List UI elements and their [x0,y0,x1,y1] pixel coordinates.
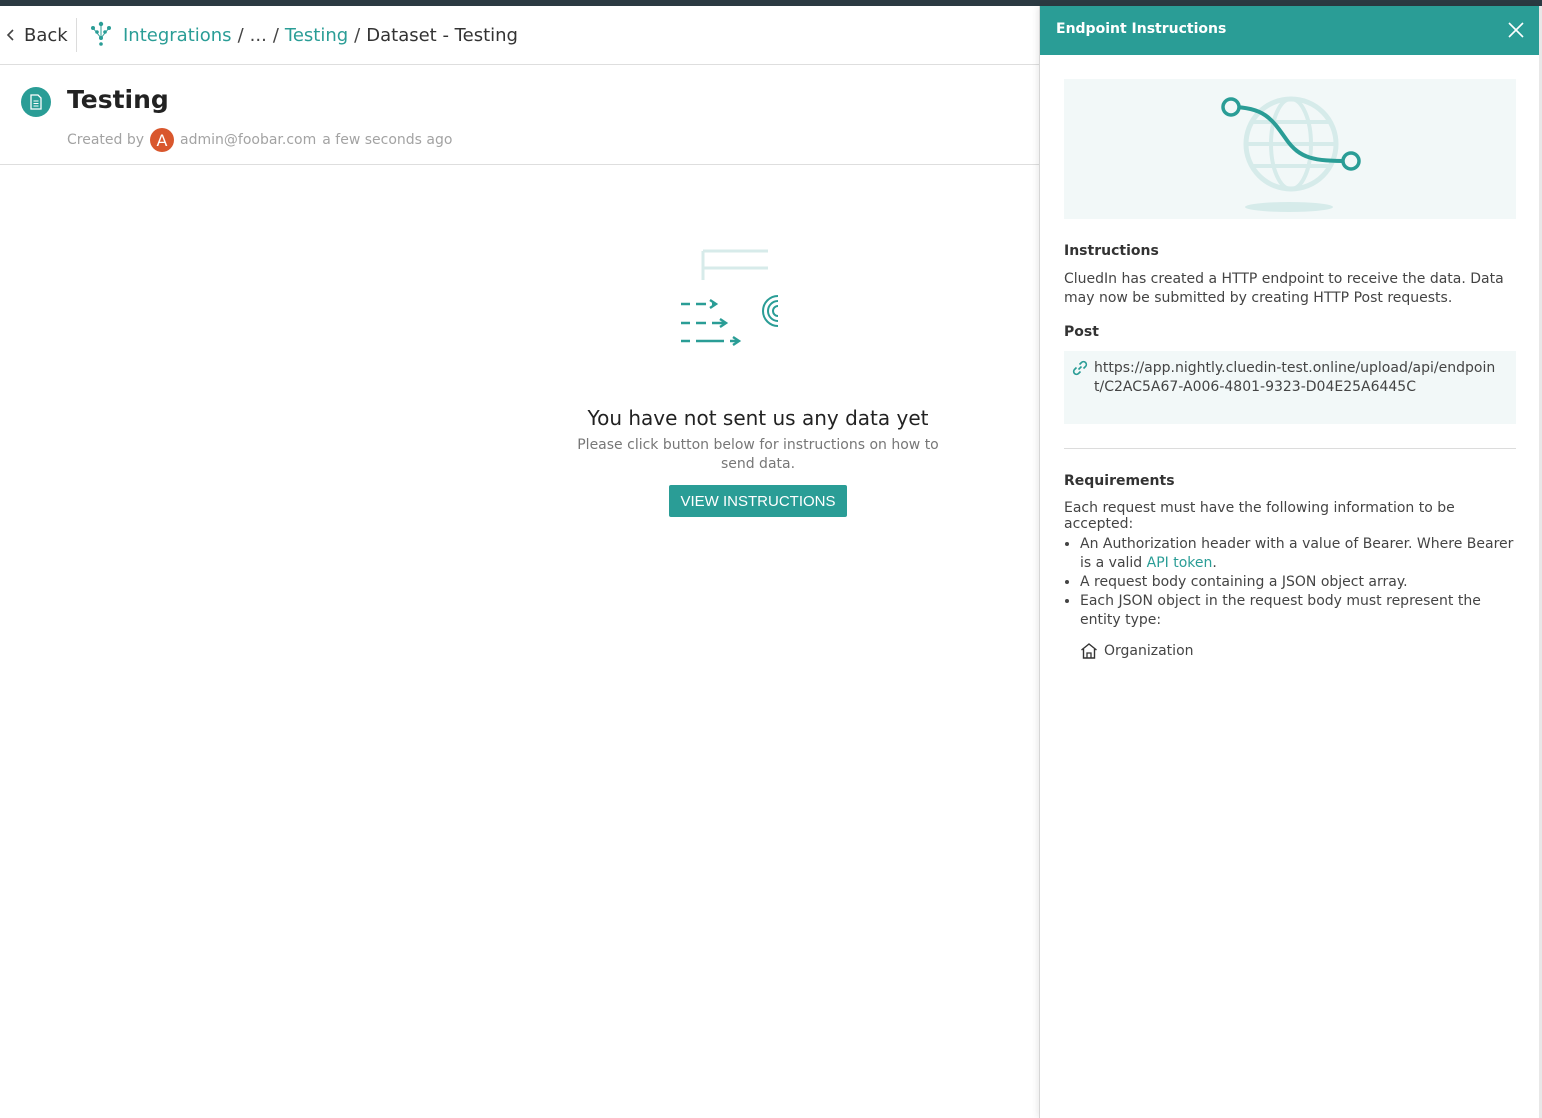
instructions-heading: Instructions [1064,243,1159,259]
page-header: Testing Created by A admin@foobar.com a … [0,65,1039,165]
author-email: admin@foobar.com [180,132,317,148]
requirements-list: An Authorization header with a value of … [1080,535,1516,630]
close-icon[interactable] [1507,21,1525,39]
data-flow-illustration-icon [681,249,779,346]
breadcrumb-ellipsis[interactable]: ... [250,25,267,46]
empty-state-subtitle: Please click button below for instructio… [577,437,939,472]
cluedin-logo-icon[interactable] [88,21,114,47]
chevron-left-icon [6,29,14,41]
dataset-icon [21,87,51,117]
breadcrumb-testing[interactable]: Testing [285,25,348,46]
globe-connection-icon [1221,96,1361,212]
list-item: An Authorization header with a value of … [1080,535,1516,573]
post-url-box: https://app.nightly.cluedin-test.online/… [1064,351,1516,424]
back-button[interactable]: Back [6,21,68,49]
entity-type-label: Organization [1104,643,1194,659]
endpoint-url[interactable]: https://app.nightly.cluedin-test.online/… [1094,359,1504,397]
panel-title: Endpoint Instructions [1056,21,1227,37]
breadcrumb: Integrations / ... / Testing / Dataset -… [123,22,518,48]
divider [76,18,77,52]
panel-header: Endpoint Instructions [1040,6,1540,55]
req-1-text: An Authorization header with a value of … [1080,536,1514,571]
post-heading: Post [1064,324,1099,340]
created-time: a few seconds ago [322,132,453,148]
list-item: Each JSON object in the request body mus… [1080,592,1516,630]
endpoint-instructions-panel: Endpoint Instructions Instructions Clued… [1039,6,1540,1118]
organization-icon [1081,643,1097,659]
avatar: A [150,128,175,152]
instructions-text: CluedIn has created a HTTP endpoint to r… [1064,271,1504,306]
main-content: Back Integrations / ... / Testing / Data… [0,6,1039,1118]
breadcrumb-separator: / [354,24,361,46]
divider [1064,448,1516,449]
top-bar: Back Integrations / ... / Testing / Data… [0,6,1039,65]
endpoint-illustration [1064,79,1516,219]
api-token-link[interactable]: API token [1147,555,1213,571]
link-icon [1072,360,1088,376]
req-1-end: . [1212,555,1217,571]
list-item: A request body containing a JSON object … [1080,573,1516,592]
breadcrumb-current: Dataset - Testing [366,24,518,46]
document-icon [30,94,42,110]
breadcrumb-separator: / [237,24,244,46]
created-by-line: Created by A admin@foobar.com a few seco… [67,128,452,152]
page-title: Testing [67,85,169,114]
view-instructions-button[interactable]: VIEW INSTRUCTIONS [669,485,847,517]
breadcrumb-integrations[interactable]: Integrations [123,25,232,46]
requirements-heading: Requirements [1064,473,1175,489]
requirements-text: Each request must have the following inf… [1064,500,1455,532]
created-by-label: Created by [67,132,145,148]
breadcrumb-separator: / [272,24,279,46]
back-label: Back [24,24,68,46]
entity-type: Organization [1080,642,1194,660]
